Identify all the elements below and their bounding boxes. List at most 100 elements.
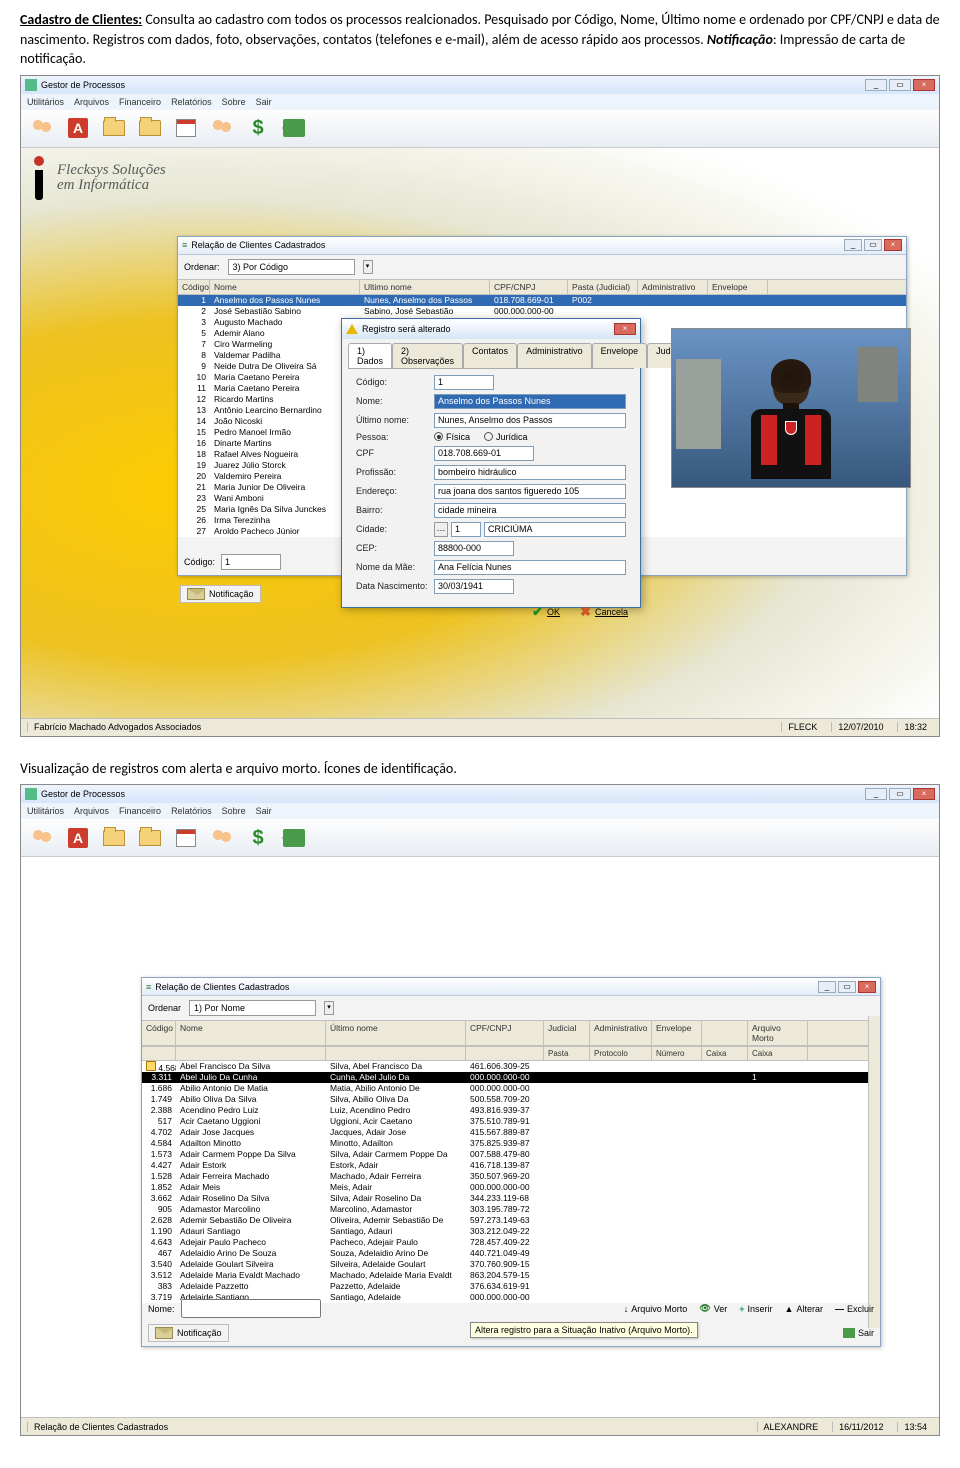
table-row[interactable]: 467Adelaidio Arino De SouzaSouza, Adelai… — [142, 1248, 880, 1259]
toolbar-users-button[interactable] — [27, 113, 57, 143]
ok-button[interactable]: ✔OK — [532, 604, 560, 620]
sub-min-button-2[interactable]: _ — [818, 981, 836, 993]
sort-select-2[interactable] — [189, 1000, 316, 1016]
arquivo-morto-tooltip: Altera registro para a Situação Inativo … — [470, 1322, 698, 1338]
cidade-codigo-input[interactable] — [451, 522, 481, 537]
code-label: Código: — [184, 557, 215, 567]
table-row[interactable]: 4.643Adejair Paulo PachecoPacheco, Adeja… — [142, 1237, 880, 1248]
toolbar-folder1-button-2[interactable] — [99, 823, 129, 853]
table-row[interactable]: 3.540Adelaide Goulart SilveiraSilveira, … — [142, 1259, 880, 1270]
table-row[interactable]: 1.190Adauri SantiagoSantiago, Adauri303.… — [142, 1226, 880, 1237]
table-row[interactable]: 1.852Adair MeisMeis, Adair000.000.000-00 — [142, 1182, 880, 1193]
code-input[interactable] — [221, 554, 281, 570]
table-row[interactable]: 1Anselmo dos Passos NunesNunes, Anselmo … — [178, 295, 906, 306]
toolbar-folder2-button[interactable] — [135, 113, 165, 143]
table-row[interactable]: 4.568Abel Francisco Da SilvaSilva, Abel … — [142, 1061, 880, 1072]
maximize-button[interactable]: ▭ — [889, 79, 911, 91]
mae-input[interactable] — [434, 560, 626, 575]
table-row[interactable]: 905Adamastor MarcolinoMarcolino, Adamast… — [142, 1204, 880, 1215]
menu-bar-2[interactable]: UtilitáriosArquivosFinanceiroRelatóriosS… — [21, 803, 939, 819]
nasc-input[interactable] — [434, 579, 514, 594]
table-row[interactable]: 3.311Abel Julio Da CunhaCunha, Abel Juli… — [142, 1072, 880, 1083]
menu-bar[interactable]: UtilitáriosArquivosFinanceiroRelatóriosS… — [21, 94, 939, 110]
minimize-button-2[interactable]: _ — [865, 788, 887, 800]
cpf-input[interactable] — [434, 446, 534, 461]
codigo-input[interactable] — [434, 375, 494, 390]
table-row[interactable]: 4.427Adair EstorkEstork, Adair416.718.13… — [142, 1160, 880, 1171]
toolbar-dollar-button-2[interactable]: $ — [243, 823, 273, 853]
table-row[interactable]: 1.573Adair Carmem Poppe Da SilvaSilva, A… — [142, 1149, 880, 1160]
sort-label: Ordenar: — [184, 262, 220, 272]
sub-close-button[interactable]: × — [884, 239, 902, 251]
envelope-icon — [187, 588, 205, 600]
maximize-button-2[interactable]: ▭ — [889, 788, 911, 800]
bairro-input[interactable] — [434, 503, 626, 518]
table-row[interactable]: 1.749Abilio Oliva Da SilvaSilva, Abilio … — [142, 1094, 880, 1105]
toolbar-calendar-button[interactable] — [171, 113, 201, 143]
window-titlebar: Gestor de Processos _ ▭ × — [21, 76, 939, 94]
notificacao-button-2[interactable]: Notificação — [148, 1324, 229, 1342]
table-row[interactable]: 3.512Adelaide Maria Evaldt MachadoMachad… — [142, 1270, 880, 1281]
nome-search-input[interactable] — [181, 1299, 321, 1318]
table-row[interactable]: 4.702Adair Jose JacquesJacques, Adair Jo… — [142, 1127, 880, 1138]
toolbar-calendar-button-2[interactable] — [171, 823, 201, 853]
sort-dropdown-button[interactable]: ▾ — [363, 260, 373, 274]
toolbar-exit-button[interactable] — [279, 113, 309, 143]
toolbar-users2-button[interactable] — [207, 113, 237, 143]
cancel-button[interactable]: ✖Cancela — [580, 604, 628, 620]
toolbar-folder2-button-2[interactable] — [135, 823, 165, 853]
sub-close-button-2[interactable]: × — [858, 981, 876, 993]
sort-select[interactable] — [228, 259, 355, 275]
close-button-2[interactable]: × — [913, 788, 935, 800]
nome-input[interactable] — [434, 394, 626, 409]
ver-button[interactable]: 👁Ver — [699, 1303, 727, 1314]
toolbar-a-button-2[interactable]: A — [63, 823, 93, 853]
list-icon: ≡ — [182, 240, 187, 250]
table-row[interactable]: 3.662Adair Roselino Da SilvaSilva, Adair… — [142, 1193, 880, 1204]
sort-dropdown-button-2[interactable]: ▾ — [324, 1001, 334, 1015]
modal-close-button[interactable]: × — [614, 323, 636, 335]
table-row[interactable]: 2José Sebastião SabinoSabino, José Sebas… — [178, 306, 906, 317]
table-row[interactable]: 1.528Adair Ferreira MachadoMachado, Adai… — [142, 1171, 880, 1182]
tab-dados[interactable]: 1) Dados — [348, 343, 392, 368]
alterar-button[interactable]: ▲Alterar — [785, 1304, 823, 1314]
inserir-button[interactable]: +Inserir — [739, 1304, 772, 1314]
window-titlebar-2: Gestor de Processos _ ▭ × — [21, 785, 939, 803]
pessoa-radio[interactable]: Física Jurídica — [434, 432, 626, 442]
sub-max-button-2[interactable]: ▭ — [838, 981, 856, 993]
endereco-input[interactable] — [434, 484, 626, 499]
app-icon — [25, 79, 37, 91]
profissao-input[interactable] — [434, 465, 626, 480]
table-row[interactable]: 517Acir Caetano UggioniUggioni, Acir Cae… — [142, 1116, 880, 1127]
table-row[interactable]: 2.628Ademir Sebastião De OliveiraOliveir… — [142, 1215, 880, 1226]
toolbar-folder1-button[interactable] — [99, 113, 129, 143]
cidade-nome-input[interactable] — [484, 522, 626, 537]
arquivo-morto-button[interactable]: ↓Arquivo Morto — [624, 1304, 688, 1314]
sub-min-button[interactable]: _ — [844, 239, 862, 251]
toolbar-dollar-button[interactable]: $ — [243, 113, 273, 143]
tab-contatos[interactable]: Contatos — [463, 343, 517, 368]
tab-envelope[interactable]: Envelope — [592, 343, 648, 368]
table-row[interactable]: 4.584Adailton MinottoMinotto, Adailton37… — [142, 1138, 880, 1149]
tab-observacoes[interactable]: 2) Observações — [392, 343, 463, 368]
notificacao-button[interactable]: Notificação — [180, 585, 261, 603]
warning-icon — [346, 324, 358, 334]
minimize-button[interactable]: _ — [865, 79, 887, 91]
nome-label-2: Nome: — [148, 1304, 175, 1314]
toolbar-a-button[interactable]: A — [63, 113, 93, 143]
table-row[interactable]: 1.686Abilio Antonio De MatiaMatia, Abili… — [142, 1083, 880, 1094]
close-button[interactable]: × — [913, 79, 935, 91]
excluir-button[interactable]: —Excluir — [835, 1304, 874, 1314]
sair-button[interactable]: Sair — [843, 1328, 874, 1338]
cep-input[interactable] — [434, 541, 514, 556]
toolbar-users2-button-2[interactable] — [207, 823, 237, 853]
sub-max-button[interactable]: ▭ — [864, 239, 882, 251]
vertical-scrollbar[interactable] — [868, 1016, 880, 1328]
toolbar-exit-button-2[interactable] — [279, 823, 309, 853]
table-row[interactable]: 383Adelaide PazzettoPazzetto, Adelaide37… — [142, 1281, 880, 1292]
toolbar-users-button-2[interactable] — [27, 823, 57, 853]
ultimo-nome-input[interactable] — [434, 413, 626, 428]
table-row[interactable]: 2.388Acendino Pedro LuizLuiz, Acendino P… — [142, 1105, 880, 1116]
cidade-lookup-button[interactable]: … — [434, 522, 448, 537]
tab-administrativo[interactable]: Administrativo — [517, 343, 592, 368]
